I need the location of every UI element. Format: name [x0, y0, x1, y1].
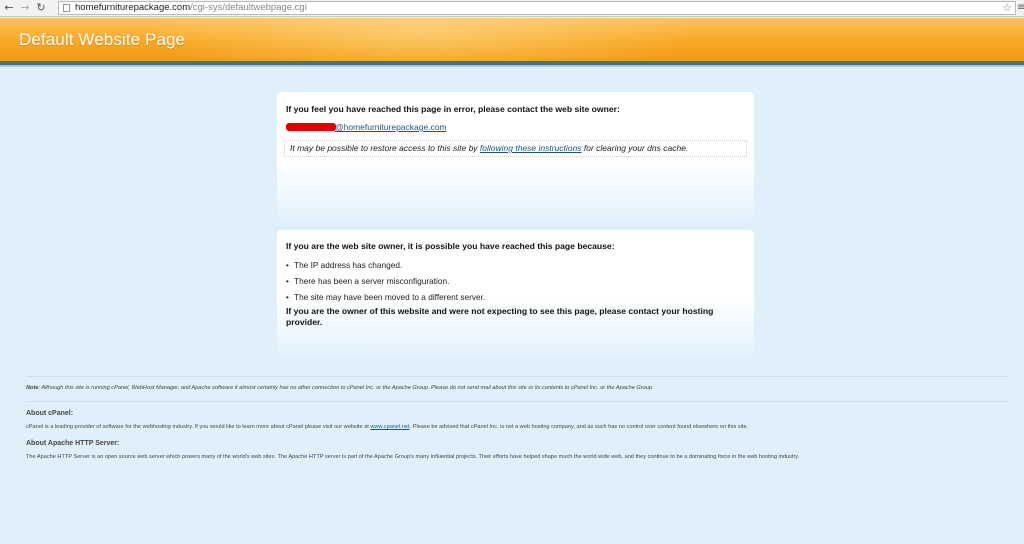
- url-host: homefurniturepackage.com: [75, 2, 191, 13]
- browser-toolbar: ← → ↻ homefurniturepackage.com/cgi-sys/d…: [0, 0, 1024, 17]
- list-item: • There has been a server misconfiguratio…: [286, 276, 450, 286]
- footer-note: Note: Although this site is running cPan…: [26, 385, 653, 391]
- dns-notice: It may be possible to restore access to …: [284, 140, 747, 157]
- reason-text: There has been a server misconfiguration…: [294, 276, 450, 286]
- back-icon[interactable]: ←: [2, 1, 16, 15]
- notice-text-after: for clearing your dns cache.: [581, 143, 689, 153]
- about-cpanel-heading: About cPanel:: [26, 410, 74, 417]
- notice-text-before: It may be possible to restore access to …: [290, 143, 480, 153]
- footer-divider: [26, 376, 1008, 377]
- owner-email: @homefurniturepackage.com: [286, 122, 447, 132]
- about-cpanel-text: cPanel is a leading provider of software…: [26, 424, 748, 430]
- instructions-link[interactable]: following these instructions: [480, 143, 582, 153]
- redaction-mark: [286, 123, 336, 131]
- page-header: Default Website Page: [0, 18, 1024, 61]
- address-bar[interactable]: homefurniturepackage.com/cgi-sys/default…: [58, 1, 1016, 15]
- list-item: • The IP address has changed.: [286, 260, 403, 270]
- reload-icon[interactable]: ↻: [34, 1, 48, 15]
- about-apache-text: The Apache HTTP Server is an open source…: [26, 454, 800, 460]
- reasons-heading: If you are the web site owner, it is pos…: [286, 241, 615, 251]
- contact-hosting-text: If you are the owner of this website and…: [286, 306, 714, 327]
- cpanel-link[interactable]: www.cpanel.net: [370, 424, 409, 430]
- cpanel-text-before: cPanel is a leading provider of software…: [26, 424, 371, 430]
- reasons-list: • The IP address has changed. • There has …: [286, 260, 485, 308]
- reason-text: The IP address has changed.: [294, 260, 403, 270]
- header-divider-light: [0, 65, 1024, 67]
- header-decoration: [140, 18, 700, 61]
- page-title: Default Website Page: [19, 30, 186, 49]
- page-icon: [63, 4, 70, 12]
- url-path: /cgi-sys/defaultwebpage.cgi: [190, 2, 307, 13]
- cpanel-text-after: . Please be advised that cPanel Inc. is …: [409, 424, 749, 430]
- footer-divider: [26, 401, 1008, 402]
- error-heading: If you feel you have reached this page i…: [286, 104, 620, 114]
- star-icon[interactable]: ☆: [1002, 1, 1012, 14]
- note-text: : Although this site is running cPanel, …: [38, 385, 654, 391]
- menu-icon[interactable]: ≡: [1017, 2, 1024, 14]
- email-link[interactable]: @homefurniturepackage.com: [335, 122, 447, 132]
- reason-text: The site may have been moved to a differ…: [294, 292, 486, 302]
- url-text: homefurniturepackage.com/cgi-sys/default…: [75, 2, 307, 14]
- forward-icon[interactable]: →: [18, 1, 32, 15]
- note-label: Note: [26, 385, 39, 391]
- about-apache-heading: About Apache HTTP Server:: [26, 440, 120, 447]
